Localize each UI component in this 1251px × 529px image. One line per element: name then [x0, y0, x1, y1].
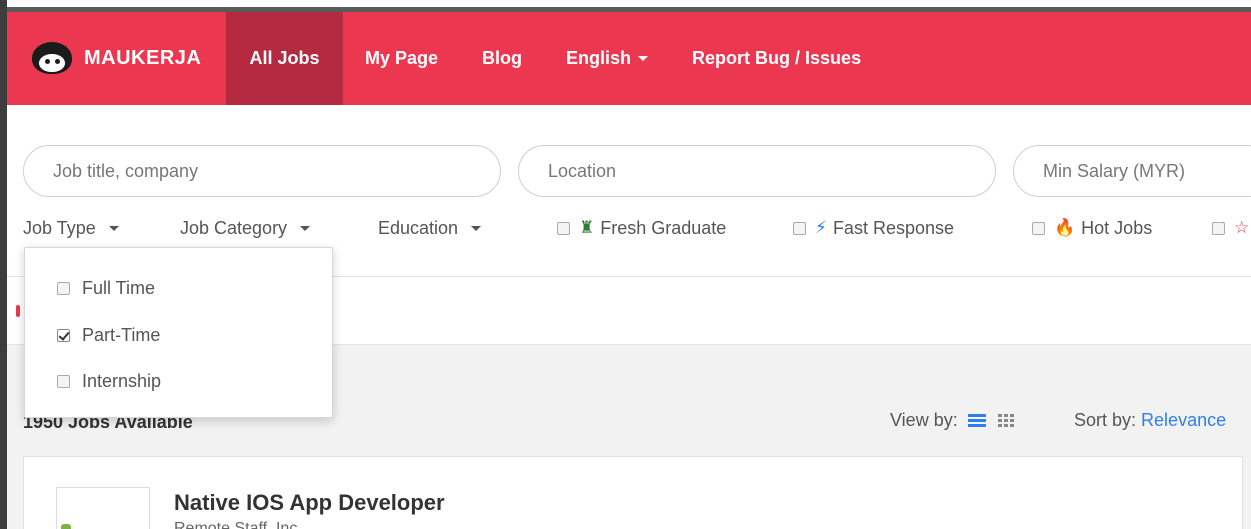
nav-blog[interactable]: Blog: [460, 12, 544, 105]
dropdown-option-part-time[interactable]: Part-Time: [57, 325, 160, 346]
company-logo: [56, 487, 150, 529]
job-category-label: Job Category: [180, 217, 288, 238]
caret-down-icon: [638, 56, 649, 61]
fast-response-filter[interactable]: ⚡ Fast Response: [793, 213, 954, 243]
nav-my-page[interactable]: My Page: [343, 12, 460, 105]
dropdown-option-full-time[interactable]: Full Time: [57, 278, 155, 299]
min-salary-input[interactable]: Min Salary (MYR): [1013, 145, 1251, 197]
location-input[interactable]: Location: [518, 145, 996, 197]
view-by-controls: View by:: [890, 410, 1014, 431]
window-top-edge: [0, 0, 1251, 12]
job-type-label: Job Type: [23, 217, 96, 238]
education-dropdown[interactable]: Education: [378, 213, 482, 243]
option-label: Internship: [82, 371, 162, 391]
internship-checkbox[interactable]: [57, 375, 70, 388]
job-title-link[interactable]: Native IOS App Developer: [174, 490, 445, 516]
hot-jobs-filter[interactable]: 🔥 Hot Jobs: [1032, 213, 1152, 243]
job-type-dropdown-menu: Full Time Part-Time Internship: [24, 247, 333, 418]
hot-jobs-label: Hot Jobs: [1081, 217, 1153, 238]
full-time-checkbox[interactable]: [57, 282, 70, 295]
job-type-dropdown[interactable]: Job Type: [23, 213, 119, 243]
view-by-label: View by:: [890, 410, 958, 430]
option-label: Full Time: [82, 278, 156, 298]
job-company: Remote Staff, Inc: [174, 520, 298, 529]
job-card[interactable]: Native IOS App Developer Remote Staff, I…: [23, 456, 1243, 529]
top-navbar: MAUKERJA All Jobs My Page Blog English R…: [7, 12, 1251, 105]
job-title-search-input[interactable]: Job title, company: [23, 145, 501, 197]
brand-link[interactable]: MAUKERJA: [7, 12, 226, 105]
dropdown-option-internship[interactable]: Internship: [57, 371, 161, 392]
more-filter[interactable]: ☆: [1212, 213, 1251, 243]
caret-down-icon: [108, 225, 119, 231]
nav-language-dropdown[interactable]: English: [544, 12, 670, 105]
filter-tag-indicator: [16, 305, 20, 317]
maukerja-logo-icon: [30, 41, 74, 76]
brand-name: MAUKERJA: [84, 47, 202, 69]
language-label: English: [566, 48, 632, 68]
graduate-icon: ♜: [579, 218, 595, 237]
fresh-graduate-label: Fresh Graduate: [600, 217, 727, 238]
caret-down-icon: [471, 225, 482, 231]
job-category-dropdown[interactable]: Job Category: [180, 213, 311, 243]
hot-jobs-checkbox[interactable]: [1032, 221, 1045, 235]
fast-response-checkbox[interactable]: [793, 221, 806, 235]
nav-report-bug[interactable]: Report Bug / Issues: [670, 12, 883, 105]
star-icon: ☆: [1234, 218, 1250, 237]
part-time-checkbox[interactable]: [57, 329, 70, 342]
lightning-icon: ⚡: [815, 218, 827, 237]
more-filter-checkbox[interactable]: [1212, 221, 1225, 235]
education-label: Education: [378, 217, 459, 238]
grid-view-icon[interactable]: [997, 413, 1014, 428]
nav-all-jobs[interactable]: All Jobs: [226, 12, 343, 105]
fresh-graduate-checkbox[interactable]: [557, 221, 570, 235]
sort-relevance-link[interactable]: Relevance: [1141, 410, 1226, 430]
caret-down-icon: [300, 225, 311, 231]
sort-by-label: Sort by:: [1074, 410, 1137, 430]
option-label: Part-Time: [82, 325, 161, 345]
fire-icon: 🔥: [1054, 218, 1076, 237]
window-left-edge: [0, 0, 7, 529]
fast-response-label: Fast Response: [832, 217, 954, 238]
fresh-graduate-filter[interactable]: ♜ Fresh Graduate: [557, 213, 726, 243]
sort-by-controls: Sort by: Relevance: [1074, 410, 1226, 431]
list-view-icon[interactable]: [967, 413, 986, 428]
